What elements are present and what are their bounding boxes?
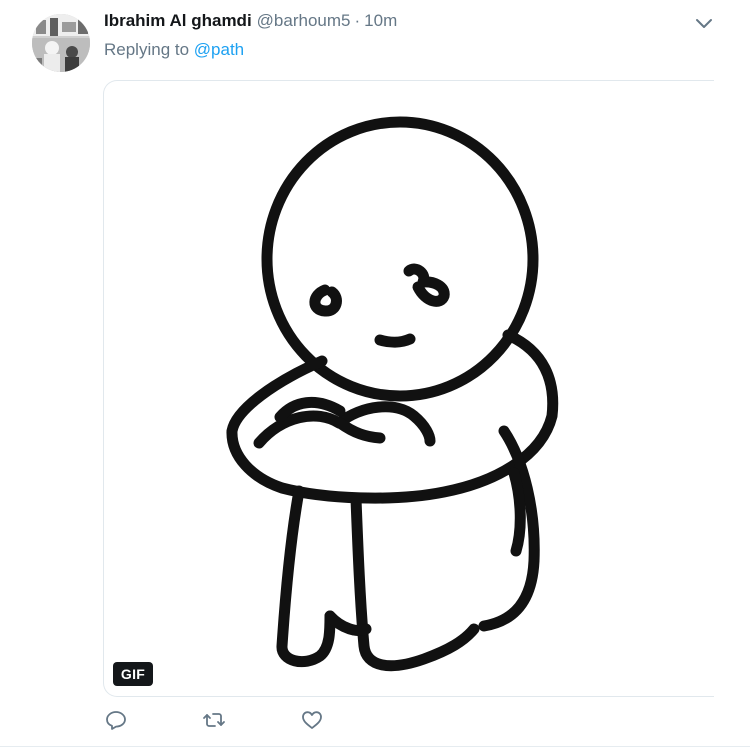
replying-to-label: Replying to [104,40,190,59]
retweet-icon [203,713,225,727]
avatar[interactable] [32,14,90,72]
retweet-button[interactable] [202,708,230,738]
replying-to-mention[interactable]: @path [194,40,244,59]
reply-button[interactable] [104,708,132,738]
replying-to: Replying to @path [104,39,244,61]
tweet-divider [0,746,750,747]
author-display-name[interactable]: Ibrahim Al ghamdi [104,11,252,30]
author-handle[interactable]: @barhoum5 [257,11,351,30]
gif-badge: GIF [113,662,153,686]
avatar-image [32,14,90,72]
chevron-down-icon [696,19,712,28]
tweet: Ibrahim Al ghamdi @barhoum5 · 10m Replying … [0,0,750,751]
reply-icon [106,711,126,730]
like-button[interactable] [300,708,328,738]
like-icon [302,711,322,729]
tweet-header: Ibrahim Al ghamdi @barhoum5 · 10m [104,10,397,32]
gif-media[interactable]: GIF [103,80,714,697]
tweet-timestamp[interactable]: 10m [364,11,397,30]
separator-dot: · [354,11,361,30]
tweet-menu-button[interactable] [694,14,714,34]
sad-figure-illustration [226,116,559,672]
